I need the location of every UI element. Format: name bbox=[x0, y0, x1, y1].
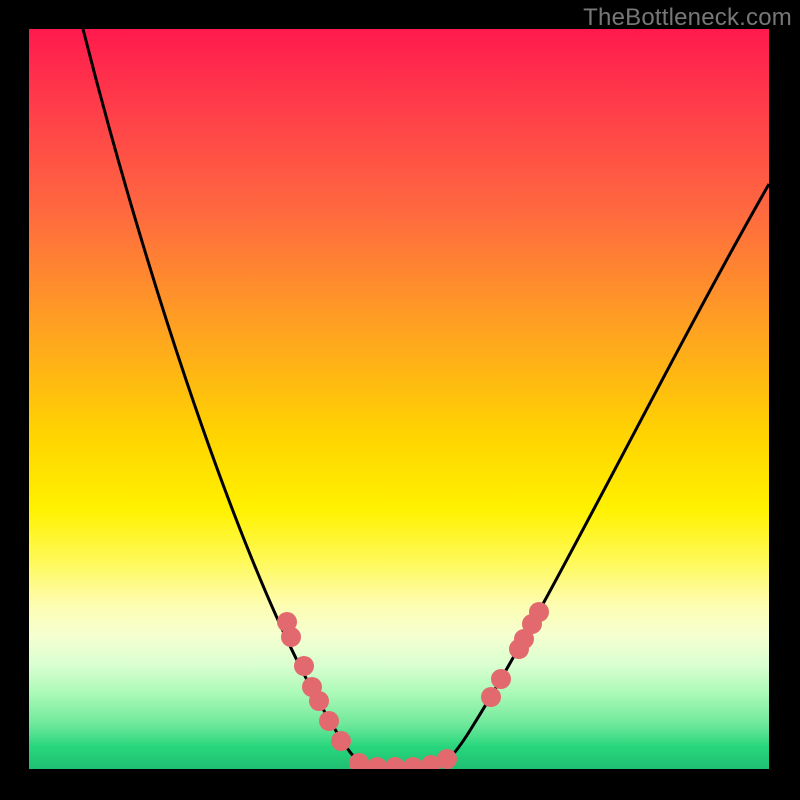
chart-area bbox=[29, 29, 769, 769]
outer-frame: TheBottleneck.com bbox=[0, 0, 800, 800]
marker-dot bbox=[403, 757, 423, 769]
marker-dot bbox=[385, 757, 405, 769]
curve-line bbox=[83, 29, 769, 767]
marker-dot bbox=[331, 731, 351, 751]
marker-dot bbox=[491, 669, 511, 689]
chart-svg bbox=[29, 29, 769, 769]
marker-dot bbox=[367, 757, 387, 769]
watermark-text: TheBottleneck.com bbox=[583, 4, 792, 32]
marker-dot bbox=[319, 711, 339, 731]
marker-dot bbox=[281, 627, 301, 647]
marker-dot bbox=[529, 602, 549, 622]
markers-group bbox=[277, 602, 549, 769]
marker-dot bbox=[294, 656, 314, 676]
marker-dot bbox=[437, 749, 457, 769]
marker-dot bbox=[481, 687, 501, 707]
marker-dot bbox=[309, 691, 329, 711]
